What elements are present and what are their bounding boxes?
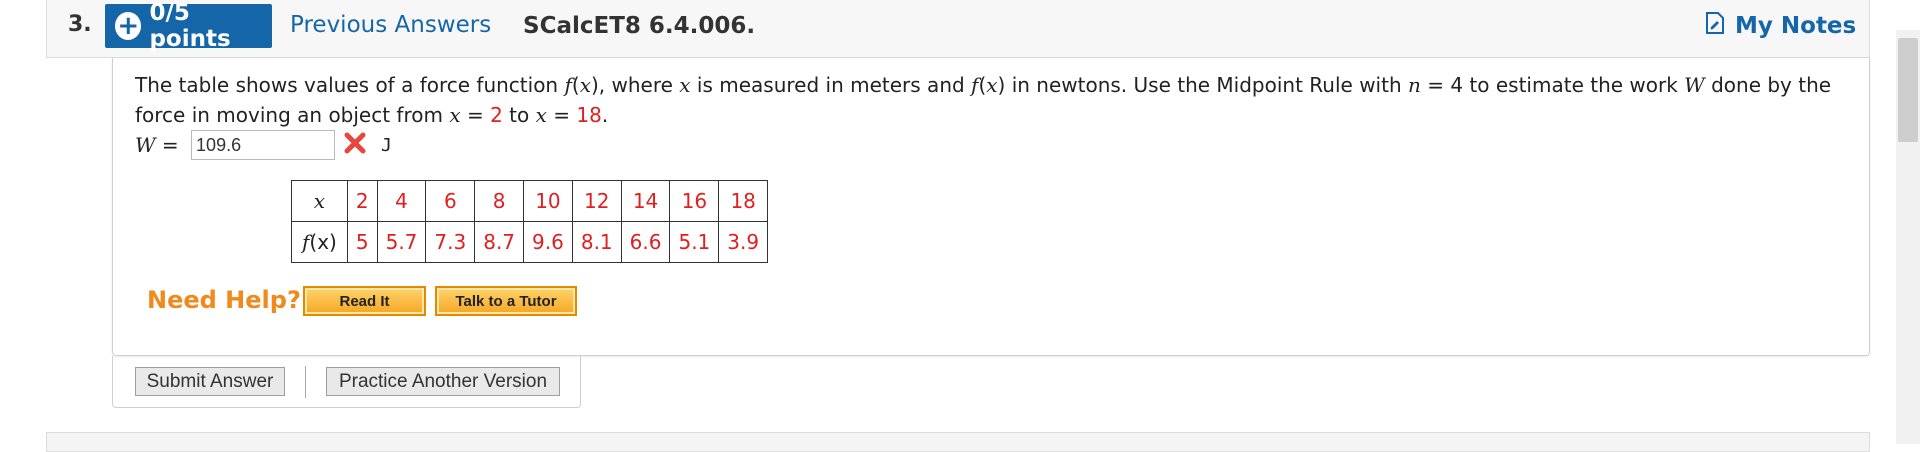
notes-edit-icon	[1705, 12, 1725, 40]
answer-variable: W	[135, 133, 156, 157]
talk-to-tutor-button[interactable]: Talk to a Tutor	[435, 286, 577, 316]
practice-another-version-button[interactable]: Practice Another Version	[326, 367, 560, 396]
problem-code: SCalcET8 6.4.006.	[523, 13, 756, 39]
plus-circle-icon: +	[115, 12, 142, 40]
answer-input[interactable]	[191, 130, 336, 160]
question-prompt: The table shows values of a force functi…	[135, 73, 1832, 127]
submit-answer-button[interactable]: Submit Answer	[135, 367, 285, 396]
fx-cell: 9.6	[523, 221, 573, 263]
force-table: x 2 4 6 8 10 12 14 16 18 f(x) 5 5.7 7.3 …	[291, 180, 769, 263]
points-label: 0/5 points	[149, 0, 231, 52]
red-x-icon	[343, 131, 367, 160]
table-row: f(x) 5 5.7 7.3 8.7 9.6 8.1 6.6 5.1 3.9	[291, 221, 769, 263]
my-notes-link[interactable]: My Notes	[1705, 12, 1856, 40]
x-header: x	[291, 180, 348, 222]
answer-row: W = J	[135, 128, 392, 162]
previous-answers-link[interactable]: Previous Answers	[290, 12, 491, 38]
fx-cell: 5	[346, 221, 378, 263]
fx-header: f(x)	[291, 221, 348, 263]
fx-cell: 6.6	[620, 221, 671, 263]
question-number: 3.	[68, 12, 92, 37]
x-cell: 8	[474, 180, 525, 222]
read-it-button[interactable]: Read It	[303, 286, 426, 316]
x-cell: 14	[620, 180, 671, 222]
fx-cell: 8.1	[571, 221, 622, 263]
need-help-label: Need Help?	[147, 286, 301, 314]
scrollbar-thumb[interactable]	[1898, 38, 1918, 142]
fx-cell: 8.7	[474, 221, 525, 263]
fx-cell: 7.3	[425, 221, 476, 263]
fx-cell: 5.7	[376, 221, 427, 263]
x-cell: 4	[376, 180, 427, 222]
divider	[305, 366, 306, 398]
fx-cell: 3.9	[718, 221, 769, 263]
x-cell: 12	[571, 180, 622, 222]
answer-unit: J	[381, 134, 392, 156]
x-cell: 16	[669, 180, 720, 222]
next-question-header	[46, 432, 1870, 452]
table-row: x 2 4 6 8 10 12 14 16 18	[291, 180, 769, 222]
x-cell: 6	[425, 180, 476, 222]
my-notes-label: My Notes	[1735, 13, 1857, 39]
x-cell: 18	[718, 180, 769, 222]
x-cell: 10	[523, 180, 573, 222]
points-button[interactable]: + 0/5 points	[105, 0, 272, 52]
fx-cell: 5.1	[669, 221, 720, 263]
x-cell: 2	[346, 180, 378, 222]
